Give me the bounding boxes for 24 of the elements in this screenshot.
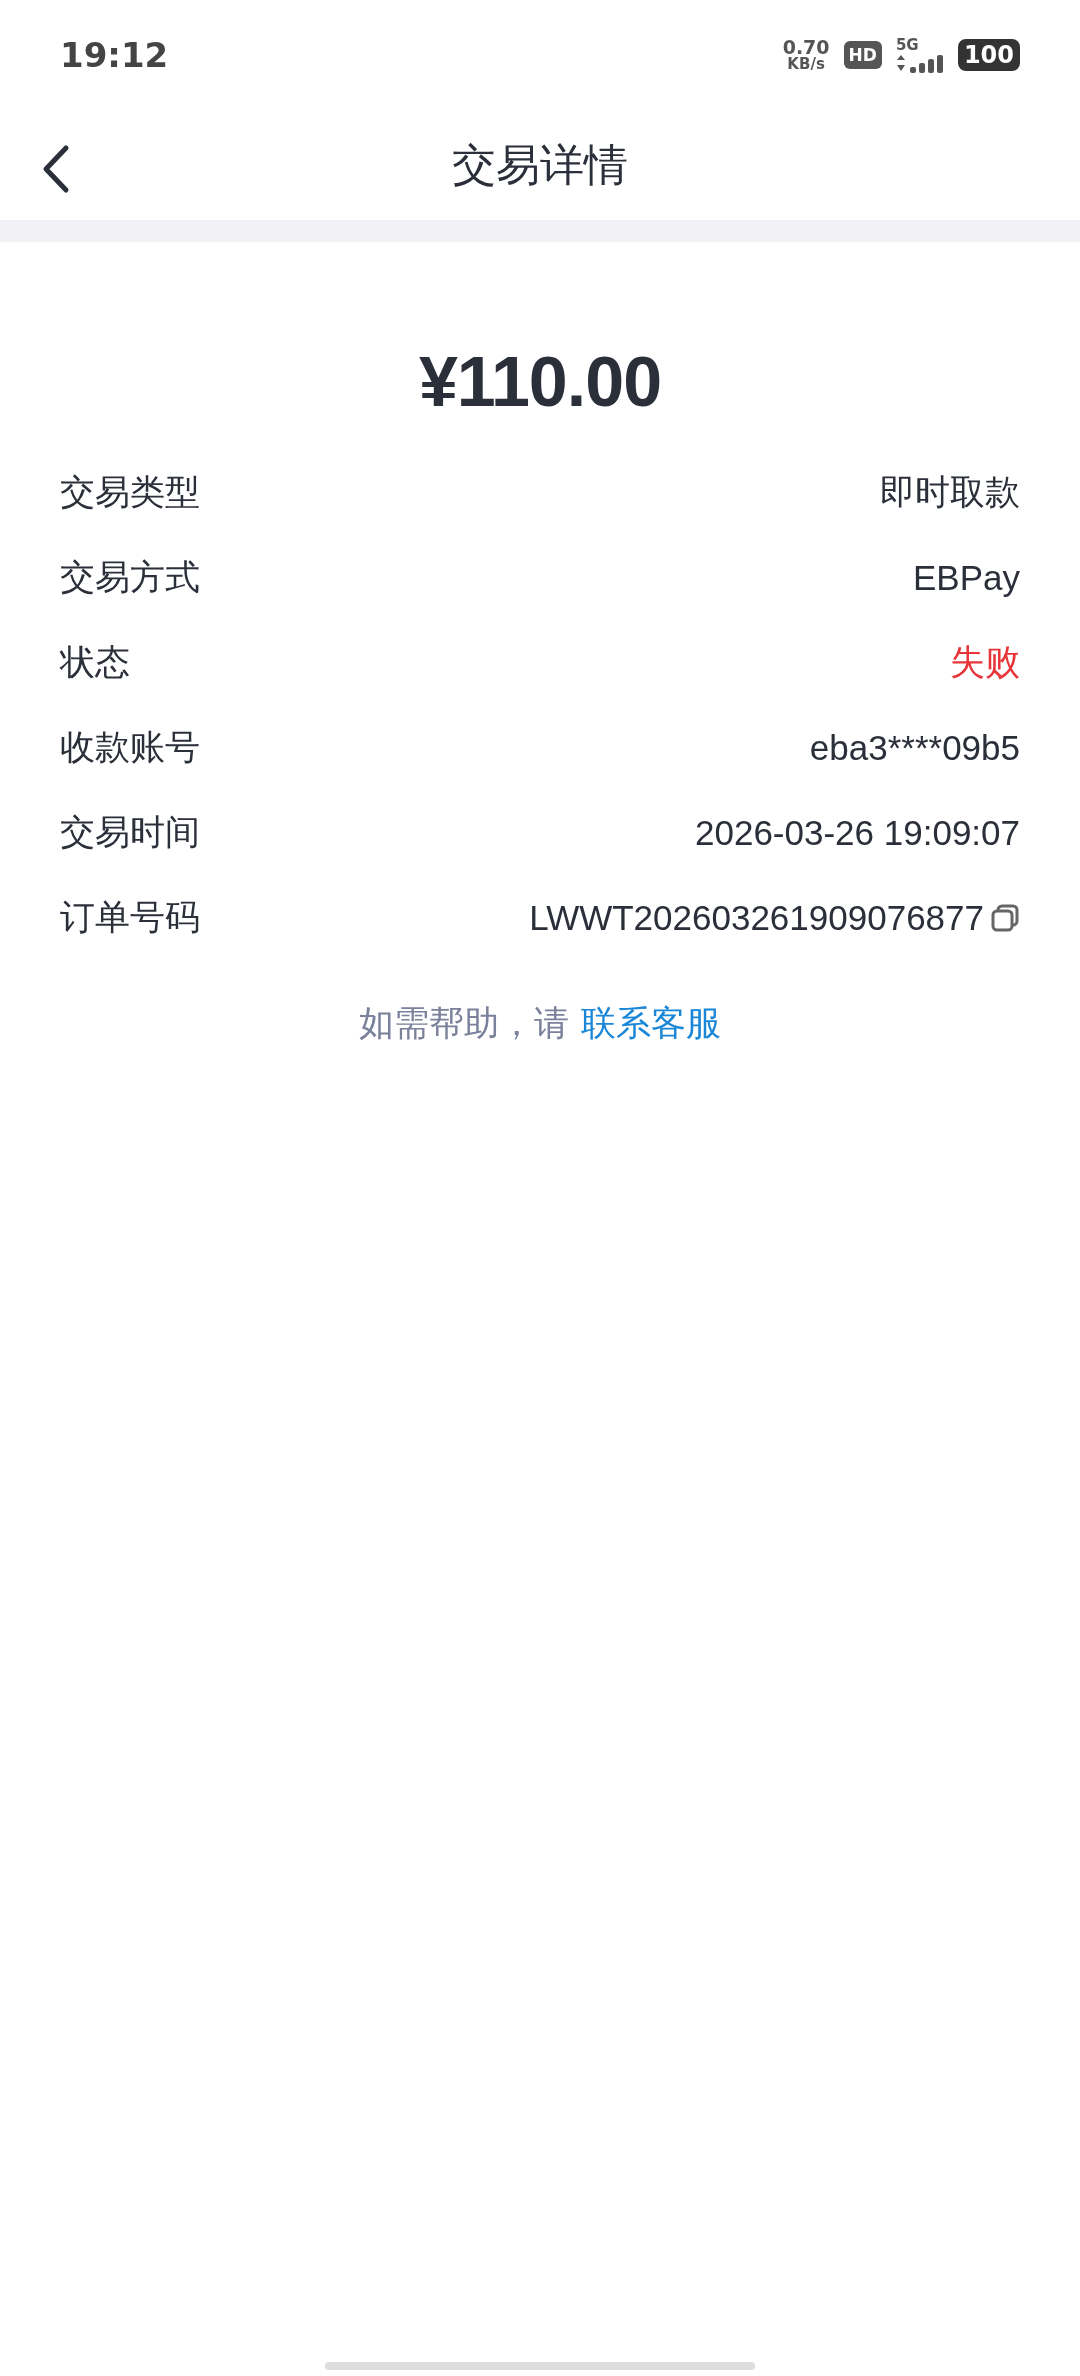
- detail-value: eba3****09b5: [809, 727, 1020, 768]
- detail-label: 收款账号: [60, 726, 200, 769]
- detail-value: EBPay: [913, 557, 1020, 598]
- hd-badge: HD: [843, 41, 882, 69]
- detail-label: 交易类型: [60, 471, 200, 514]
- detail-value: 失败: [950, 641, 1020, 683]
- signal-icon: [895, 52, 944, 73]
- battery-indicator: 100: [957, 39, 1020, 71]
- detail-label: 状态: [60, 641, 130, 684]
- network-type: 5G: [895, 37, 919, 53]
- detail-label: 交易时间: [60, 811, 200, 854]
- contact-support-link[interactable]: 联系客服: [581, 1000, 721, 1047]
- detail-value: 2026-03-26 19:09:07: [695, 812, 1020, 853]
- amount: ¥110.00: [418, 342, 662, 422]
- detail-value: 即时取款: [880, 471, 1020, 513]
- network-speed: 0.70: [782, 38, 830, 57]
- copy-icon[interactable]: [990, 902, 1020, 933]
- speed-unit: KB/s: [787, 57, 825, 72]
- detail-label: 订单号码: [60, 896, 200, 939]
- detail-value: LWWT202603261909076877: [529, 897, 984, 938]
- status-time: 19:12: [60, 35, 169, 75]
- help-text: 如需帮助，请: [359, 1002, 569, 1045]
- detail-label: 交易方式: [60, 556, 200, 599]
- page-title: 交易详情: [452, 137, 628, 192]
